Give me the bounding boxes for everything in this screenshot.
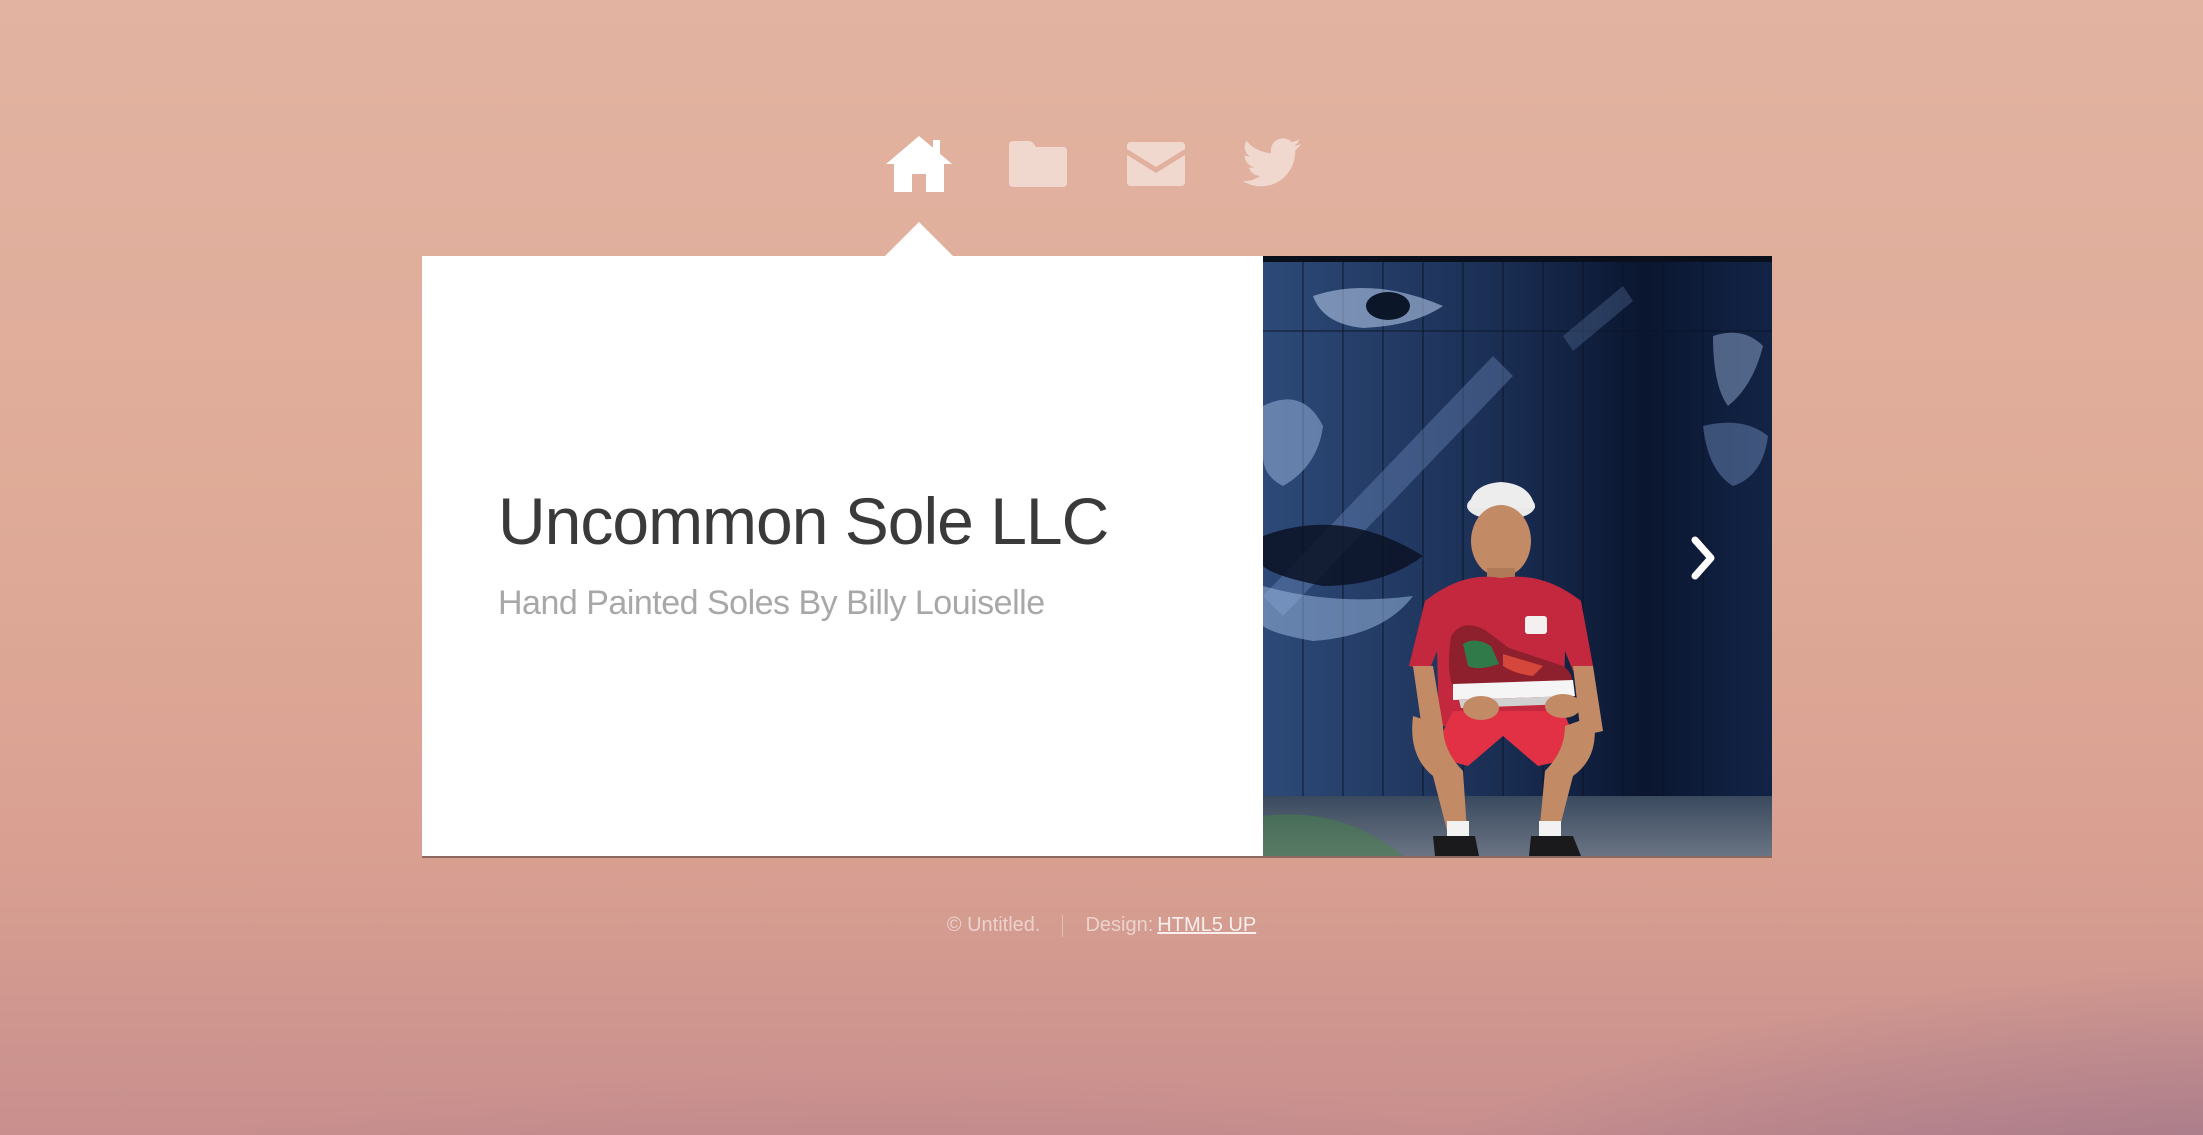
footer-content: © Untitled. Design: HTML5 UP (947, 914, 1256, 937)
design-label: Design: (1085, 914, 1154, 936)
home-icon (886, 136, 952, 192)
footer: © Untitled. Design: HTML5 UP (0, 914, 2203, 944)
folder-icon (1009, 141, 1067, 187)
main-nav (0, 132, 2203, 196)
copyright-text: © Untitled. (946, 914, 1041, 936)
page-subtitle: Hand Painted Soles By Billy Louiselle (498, 584, 1045, 622)
page-title: Uncommon Sole LLC (498, 484, 1109, 558)
active-nav-pointer (884, 222, 954, 257)
chevron-right-icon (1691, 536, 1715, 580)
footer-divider (1062, 914, 1064, 937)
nav-twitter-button[interactable] (1233, 132, 1313, 196)
next-slide-button[interactable] (1678, 528, 1728, 588)
nav-folder-button[interactable] (998, 132, 1078, 196)
nav-mail-button[interactable] (1116, 132, 1196, 196)
envelope-icon (1127, 142, 1185, 186)
nav-home-button[interactable] (879, 132, 959, 196)
twitter-icon (1243, 138, 1301, 187)
intro-text-block: Uncommon Sole LLC Hand Painted Soles By … (422, 256, 1263, 856)
main-panel: Uncommon Sole LLC Hand Painted Soles By … (422, 256, 1772, 856)
html5up-link[interactable]: HTML5 UP (1157, 914, 1256, 937)
